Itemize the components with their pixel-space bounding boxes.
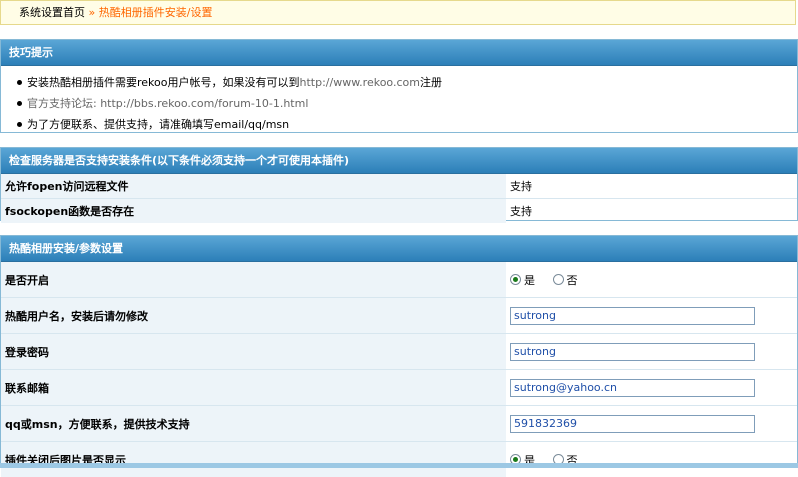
table-row: qq或msn，方便联系，提供技术支持	[1, 406, 797, 442]
table-row: 联系邮箱	[1, 370, 797, 406]
username-label: 热酷用户名，安装后请勿修改	[1, 298, 506, 334]
enable-no-option[interactable]: 否	[553, 272, 578, 288]
show-images-label: 插件关闭后图片是否显示	[1, 442, 506, 477]
tip-text: 安装热酷相册插件需要rekoo用户帐号，如果没有可以到	[27, 76, 300, 89]
row-label: fsockopen函数是否存在	[1, 199, 506, 224]
breadcrumb-separator: »	[89, 6, 96, 19]
email-input[interactable]	[510, 379, 755, 397]
table-row: 插件关闭后图片是否显示 是 否	[1, 442, 797, 477]
show-images-options: 是 否	[506, 442, 797, 477]
settings-panel: 热酷相册安装/参数设置 是否开启 是 否 热酷用户名，安装后请勿修改 登录密码 …	[0, 235, 798, 465]
server-check-panel: 检查服务器是否支持安装条件(以下条件必须支持一个才可使用本插件) 允许fopen…	[0, 147, 798, 221]
email-label: 联系邮箱	[1, 370, 506, 406]
settings-title: 热酷相册安装/参数设置	[7, 242, 123, 255]
enable-label: 是否开启	[1, 262, 506, 298]
qqmsn-input[interactable]	[510, 415, 755, 433]
settings-header: 热酷相册安装/参数设置	[1, 236, 797, 262]
password-input[interactable]	[510, 343, 755, 361]
table-row: 热酷用户名，安装后请勿修改	[1, 298, 797, 334]
enable-no-label: 否	[567, 274, 578, 287]
table-row: 登录密码	[1, 334, 797, 370]
table-row: 是否开启 是 否	[1, 262, 797, 298]
row-value: 支持	[506, 199, 797, 224]
password-cell	[506, 334, 797, 370]
tip-item: 安装热酷相册插件需要rekoo用户帐号，如果没有可以到http://www.re…	[1, 72, 797, 93]
settings-table: 是否开启 是 否 热酷用户名，安装后请勿修改 登录密码 联系邮箱 qq或msn，…	[1, 262, 797, 477]
table-row: 允许fopen访问远程文件 支持	[1, 174, 797, 199]
enable-no-radio[interactable]	[553, 274, 564, 285]
breadcrumb-home[interactable]: 系统设置首页	[19, 6, 85, 19]
rekoo-link[interactable]: http://www.rekoo.com	[300, 76, 420, 89]
tips-title: 技巧提示	[7, 46, 53, 59]
tip-text: 为了方便联系、提供支持，请准确填写email/qq/msn	[27, 118, 289, 131]
tip-text: 官方支持论坛: http://bbs.rekoo.com/forum-10-1.…	[27, 97, 308, 110]
tip-item: 官方支持论坛: http://bbs.rekoo.com/forum-10-1.…	[1, 93, 797, 114]
row-label: 允许fopen访问远程文件	[1, 174, 506, 199]
tip-text-suffix: 注册	[420, 76, 442, 89]
username-cell	[506, 298, 797, 334]
enable-yes-label: 是	[524, 274, 535, 287]
server-check-table: 允许fopen访问远程文件 支持 fsockopen函数是否存在 支持	[1, 174, 797, 223]
enable-yes-option[interactable]: 是	[510, 272, 535, 288]
enable-options: 是 否	[506, 262, 797, 298]
table-row: fsockopen函数是否存在 支持	[1, 199, 797, 224]
qqmsn-label: qq或msn，方便联系，提供技术支持	[1, 406, 506, 442]
enable-yes-radio[interactable]	[510, 274, 521, 285]
server-check-header: 检查服务器是否支持安装条件(以下条件必须支持一个才可使用本插件)	[1, 148, 797, 174]
email-cell	[506, 370, 797, 406]
tips-header: 技巧提示	[1, 40, 797, 66]
tips-panel: 技巧提示 安装热酷相册插件需要rekoo用户帐号，如果没有可以到http://w…	[0, 39, 798, 133]
tips-list: 安装热酷相册插件需要rekoo用户帐号，如果没有可以到http://www.re…	[1, 66, 797, 137]
qqmsn-cell	[506, 406, 797, 442]
bottom-strip	[0, 463, 798, 468]
tip-item: 为了方便联系、提供支持，请准确填写email/qq/msn	[1, 114, 797, 135]
breadcrumb: 系统设置首页 » 热酷相册插件安装/设置	[0, 0, 796, 25]
password-label: 登录密码	[1, 334, 506, 370]
row-value: 支持	[506, 174, 797, 199]
server-check-title: 检查服务器是否支持安装条件(以下条件必须支持一个才可使用本插件)	[7, 154, 349, 167]
breadcrumb-current[interactable]: 热酷相册插件安装/设置	[99, 6, 213, 19]
username-input[interactable]	[510, 307, 755, 325]
